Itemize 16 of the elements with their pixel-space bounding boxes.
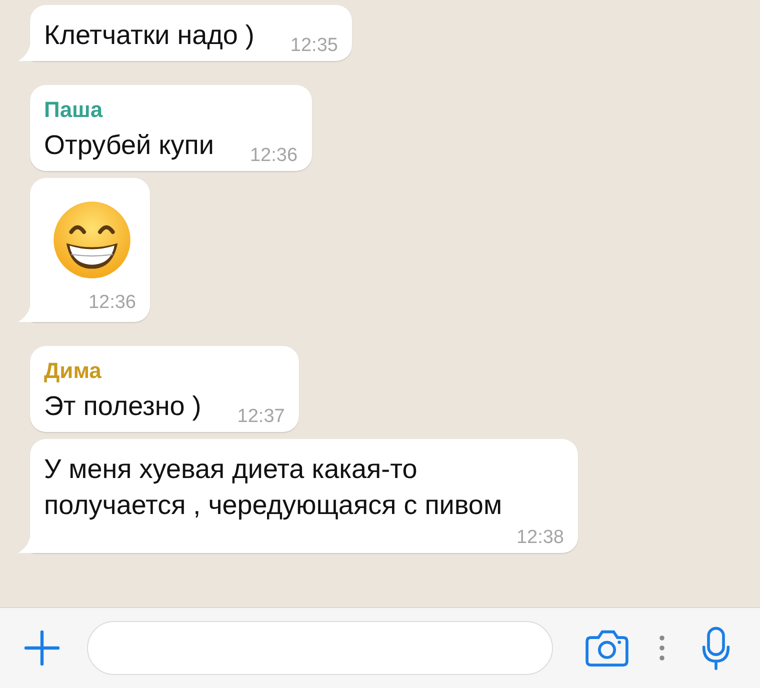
message-time: 12:38 [515, 527, 564, 549]
plus-icon[interactable] [24, 630, 60, 666]
message-time: 12:37 [236, 406, 285, 428]
message-text: Эт полезно ) [44, 390, 202, 423]
grinning-face-icon [52, 200, 132, 280]
message-text: Отрубей купи [44, 129, 214, 162]
message-text: У меня хуевая диета какая-то получается , чередующаяся с пивом [44, 453, 504, 522]
message-time: 12:36 [88, 292, 136, 314]
microphone-icon[interactable] [701, 626, 731, 670]
message-text: Клетчатки надо ) [44, 19, 254, 52]
sender-name: Паша [44, 97, 104, 123]
message-time: 12:35 [289, 35, 338, 57]
camera-icon[interactable] [585, 629, 629, 667]
message-time: 12:36 [248, 145, 298, 167]
more-icon[interactable] [659, 635, 665, 661]
sender-name: Дима [44, 358, 102, 384]
